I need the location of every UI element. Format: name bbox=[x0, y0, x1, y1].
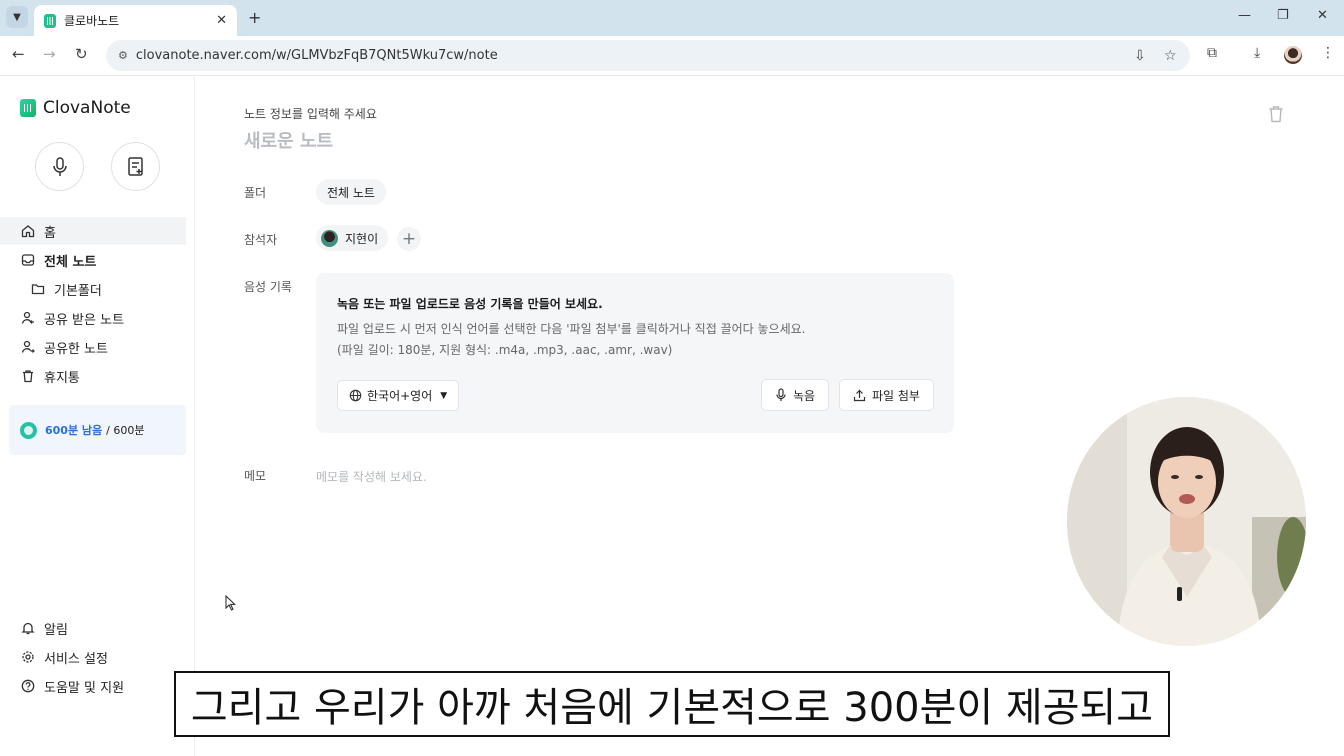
downloads-icon[interactable]: ⤓ bbox=[1254, 45, 1260, 61]
person-share-in-icon bbox=[20, 310, 36, 326]
participant-name: 지현이 bbox=[345, 231, 379, 246]
caption-text: 그리고 우리가 아까 처음에 기본적으로 300분이 제공되고 bbox=[190, 685, 1154, 731]
add-participant-plus-icon[interactable]: + bbox=[397, 227, 421, 251]
sidebar-item-trash[interactable]: 휴지통 bbox=[0, 362, 186, 390]
record-button[interactable] bbox=[35, 142, 84, 191]
inbox-icon bbox=[20, 252, 36, 268]
clovanote-logo[interactable]: ClovaNote bbox=[20, 98, 131, 118]
record-audio-button[interactable]: 녹음 bbox=[761, 379, 830, 411]
delete-note-button[interactable] bbox=[1268, 105, 1284, 127]
sidebar-item-label: 기본폴더 bbox=[54, 283, 102, 299]
language-select[interactable]: 한국어+영어 ▼ bbox=[337, 380, 460, 411]
sidebar-item-label: 홈 bbox=[44, 225, 56, 241]
sidebar-item-help[interactable]: 도움말 및 지원 bbox=[0, 672, 186, 700]
globe-icon bbox=[349, 389, 362, 402]
recording-panel-title: 녹음 또는 파일 업로드로 음성 기록을 만들어 보세요. bbox=[337, 297, 603, 311]
usage-remaining: 600분 남음 bbox=[45, 424, 103, 437]
sidebar-item-all-notes[interactable]: 전체 노트 bbox=[0, 246, 186, 274]
restore-icon[interactable]: ❐ bbox=[1277, 8, 1289, 23]
microphone-icon bbox=[52, 156, 67, 176]
sidebar-item-label: 전체 노트 bbox=[44, 254, 97, 270]
record-audio-label: 녹음 bbox=[793, 388, 816, 403]
browser-tab[interactable]: 클로바노트 ✕ bbox=[34, 5, 237, 36]
clovanote-logo-icon bbox=[20, 99, 36, 117]
browser-menu-icon[interactable]: ⋮ bbox=[1321, 45, 1335, 61]
url-text: clovanote.naver.com/w/GLMVbzFqB7QNt5Wku7… bbox=[135, 48, 498, 63]
recording-panel-formats: (파일 길이: 180분, 지원 형식: .m4a, .mp3, .aac, .… bbox=[337, 343, 673, 357]
usage-total: / 600분 bbox=[106, 424, 145, 437]
microphone-icon bbox=[776, 388, 786, 401]
tab-search-chevron-icon[interactable]: ▼ bbox=[6, 6, 28, 28]
help-icon bbox=[20, 678, 36, 694]
sidebar-item-label: 도움말 및 지원 bbox=[44, 680, 125, 696]
sidebar-item-shared-by-me[interactable]: 공유한 노트 bbox=[0, 333, 186, 361]
reload-icon[interactable]: ↻ bbox=[75, 45, 88, 63]
folder-label: 폴더 bbox=[244, 186, 267, 200]
sidebar-item-notifications[interactable]: 알림 bbox=[0, 614, 186, 642]
gear-icon bbox=[20, 649, 36, 665]
attach-file-label: 파일 첨부 bbox=[872, 388, 920, 403]
recording-panel-desc: 파일 업로드 시 먼저 인식 언어를 선택한 다음 '파일 첨부'를 클릭하거나… bbox=[337, 322, 806, 336]
minimize-icon[interactable]: — bbox=[1238, 8, 1251, 23]
presenter-webcam bbox=[1067, 397, 1306, 646]
sidebar-item-label: 휴지통 bbox=[44, 370, 80, 386]
clovanote-favicon-icon bbox=[44, 13, 56, 28]
language-value: 한국어+영어 bbox=[367, 389, 433, 403]
logo-text: ClovaNote bbox=[43, 98, 131, 118]
presenter-video bbox=[1067, 397, 1306, 646]
sidebar-item-label: 공유한 노트 bbox=[44, 341, 108, 357]
back-arrow-icon[interactable]: ← bbox=[12, 45, 25, 63]
sidebar-item-label: 공유 받은 노트 bbox=[44, 312, 125, 328]
window-close-icon[interactable]: ✕ bbox=[1317, 8, 1328, 23]
folder-icon bbox=[30, 281, 46, 297]
memo-label: 메모 bbox=[244, 469, 267, 483]
sidebar-item-shared-with-me[interactable]: 공유 받은 노트 bbox=[0, 304, 186, 332]
participants-label: 참석자 bbox=[244, 233, 278, 247]
bell-icon bbox=[20, 620, 36, 636]
memo-input[interactable]: 메모를 작성해 보세요. bbox=[316, 468, 427, 485]
tab-close-icon[interactable]: ✕ bbox=[216, 13, 227, 28]
note-add-icon bbox=[127, 156, 143, 176]
new-note-button[interactable] bbox=[111, 142, 160, 191]
browser-toolbar: ← → ↻ ⚙ clovanote.naver.com/w/GLMVbzFqB7… bbox=[0, 36, 1344, 76]
new-tab-plus-icon[interactable]: + bbox=[248, 8, 261, 27]
person-share-out-icon bbox=[20, 339, 36, 355]
usage-ring-icon bbox=[20, 421, 37, 439]
tab-title: 클로바노트 bbox=[64, 14, 120, 28]
extensions-puzzle-icon[interactable]: ⧉ bbox=[1207, 45, 1217, 61]
sidebar-item-default-folder[interactable]: 기본폴더 bbox=[0, 275, 186, 303]
profile-avatar[interactable] bbox=[1284, 46, 1302, 64]
video-caption: 그리고 우리가 아까 처음에 기본적으로 300분이 제공되고 bbox=[174, 671, 1170, 737]
note-info-prompt: 노트 정보를 입력해 주세요 bbox=[244, 107, 377, 121]
trash-icon bbox=[1269, 106, 1283, 123]
trash-icon bbox=[20, 368, 36, 384]
note-title-input[interactable]: 새로운 노트 bbox=[244, 127, 333, 153]
chevron-down-icon: ▼ bbox=[440, 390, 448, 401]
sidebar-item-label: 서비스 설정 bbox=[44, 651, 108, 667]
browser-chrome: ▼ 클로바노트 ✕ + — ❐ ✕ ← → ↻ ⚙ clovanote.nave… bbox=[0, 0, 1344, 76]
recording-panel[interactable]: 녹음 또는 파일 업로드로 음성 기록을 만들어 보세요. 파일 업로드 시 먼… bbox=[316, 273, 954, 433]
mouse-pointer-icon bbox=[225, 595, 236, 611]
folder-chip[interactable]: 전체 노트 bbox=[316, 179, 386, 205]
site-info-icon[interactable]: ⚙ bbox=[118, 49, 128, 62]
usage-panel[interactable]: 600분 남음 / 600분 bbox=[9, 405, 186, 455]
recording-label: 음성 기록 bbox=[244, 280, 292, 294]
forward-arrow-icon[interactable]: → bbox=[43, 45, 56, 63]
upload-icon bbox=[853, 389, 866, 401]
address-bar[interactable]: ⚙ clovanote.naver.com/w/GLMVbzFqB7QNt5Wk… bbox=[106, 40, 1190, 71]
attach-file-button[interactable]: 파일 첨부 bbox=[839, 379, 934, 411]
participant-chip[interactable]: 지현이 bbox=[316, 225, 389, 251]
sidebar-item-home[interactable]: 홈 bbox=[0, 217, 186, 245]
sidebar-item-label: 알림 bbox=[44, 622, 68, 638]
avatar bbox=[321, 229, 338, 247]
home-icon bbox=[20, 223, 36, 239]
install-app-icon[interactable]: ⇩ bbox=[1134, 40, 1146, 71]
sidebar: ClovaNote 홈 전체 노트 기본폴더 공유 받은 노트 공유한 노트 휴… bbox=[0, 77, 195, 756]
tab-strip: ▼ 클로바노트 ✕ + — ❐ ✕ bbox=[0, 0, 1344, 36]
sidebar-item-settings[interactable]: 서비스 설정 bbox=[0, 643, 186, 671]
bookmark-star-icon[interactable]: ☆ bbox=[1164, 40, 1177, 71]
